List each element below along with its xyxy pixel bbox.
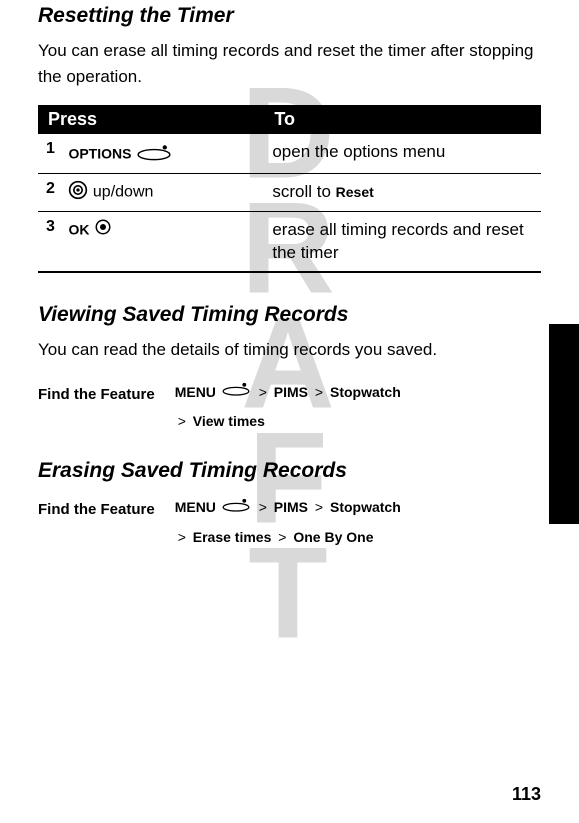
path-viewtimes: View times [193,413,265,429]
path-onebyone: One By One [293,529,373,545]
center-select-icon [94,218,112,241]
table-row: 2 up/down scroll to Reset [38,173,541,211]
ok-label: OK [68,221,89,237]
find-feature-row: Find the Feature MENU > PIMS > Stopwatch… [38,378,541,436]
heading-resetting: Resetting the Timer [38,4,541,28]
th-press: Press [38,105,264,134]
softkey-icon [220,494,252,523]
table-row: 3 OK erase all timing records and reset … [38,211,541,272]
th-to: To [264,105,541,134]
menu-path: MENU > PIMS > Stopwatch > Erase times > … [175,493,401,551]
step-number: 1 [46,140,64,158]
options-label: OPTIONS [68,145,131,161]
updown-label: up/down [93,183,154,200]
main-content: Resetting the Timer You can erase all ti… [0,4,579,551]
menu-path: MENU > PIMS > Stopwatch > View times [175,378,401,436]
nav-icon [68,180,88,205]
path-pims: PIMS [274,384,308,400]
step-number: 3 [46,218,64,236]
path-stopwatch: Stopwatch [330,499,401,515]
find-feature-label: Find the Feature [38,378,155,403]
intro-viewing: You can read the details of timing recor… [38,337,541,363]
softkey-icon [136,140,172,167]
side-section-label: Advanced Features [553,349,573,649]
table-row: 1 OPTIONS open the options menu [38,134,541,174]
heading-viewing: Viewing Saved Timing Records [38,303,541,327]
path-pims: PIMS [274,499,308,515]
find-feature-label: Find the Feature [38,493,155,518]
path-stopwatch: Stopwatch [330,384,401,400]
intro-resetting: You can erase all timing records and res… [38,38,541,91]
to-text: scroll to [272,182,335,201]
path-menu: MENU [175,499,216,515]
reset-cmd: Reset [336,184,374,200]
steps-table: Press To 1 OPTIONS open the options menu [38,105,541,274]
page-number: 113 [512,784,541,805]
heading-erasing: Erasing Saved Timing Records [38,459,541,483]
to-text: erase all timing records and reset the t… [272,220,523,263]
step-number: 2 [46,180,64,198]
softkey-icon [220,378,252,407]
path-erasetimes: Erase times [193,529,272,545]
path-menu: MENU [175,384,216,400]
to-text: open the options menu [272,142,445,161]
find-feature-row: Find the Feature MENU > PIMS > Stopwatch… [38,493,541,551]
